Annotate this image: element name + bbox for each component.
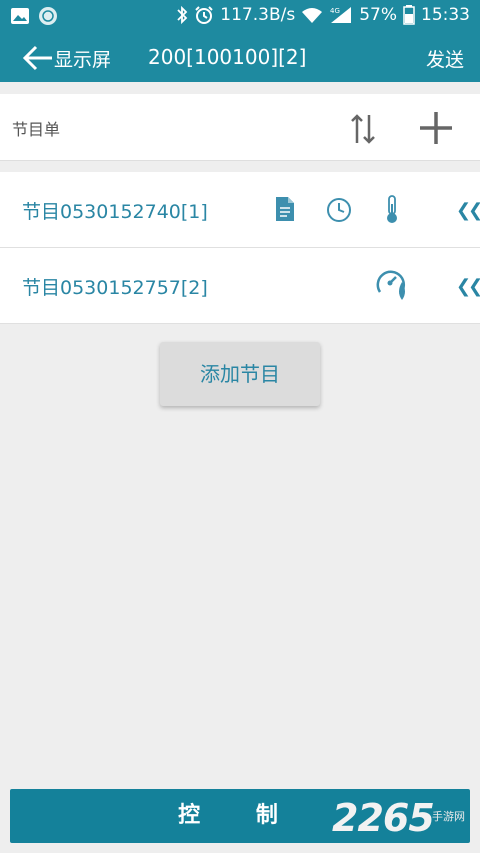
program-row[interactable]: 节目0530152740[1] ❮❮❮ [0, 172, 480, 248]
program-list-title: 节目单 [12, 120, 61, 139]
app-bar: 显示屏 200[100100][2] 发送 [0, 34, 480, 82]
back-arrow-icon[interactable] [22, 44, 56, 72]
network-speed: 117.3B/s [220, 5, 296, 25]
clock-time: 15:33 [421, 5, 470, 25]
back-label[interactable]: 显示屏 [54, 45, 111, 72]
sort-icon[interactable] [350, 113, 376, 145]
add-program-button[interactable]: 添加节目 [160, 342, 320, 406]
send-button[interactable]: 发送 [426, 45, 464, 72]
battery-icon [403, 5, 415, 25]
thermometer-icon [387, 195, 397, 223]
program-label: 节目0530152740[1] [22, 201, 208, 223]
program-list-header: 节目单 [0, 94, 480, 161]
expand-chevron-icon[interactable]: ❮❮❮ [456, 200, 480, 221]
signal-4g-icon: 4G [330, 7, 352, 23]
battery-percent: 57% [359, 5, 397, 25]
image-notify-icon [11, 8, 29, 24]
app-notify-icon [39, 7, 57, 25]
program-label: 节目0530152757[2] [22, 277, 208, 299]
status-bar: 117.3B/s 4G 57% 15:33 [0, 0, 480, 34]
document-icon [276, 197, 294, 221]
wifi-icon [302, 8, 323, 23]
watermark-logo: 2265 [332, 796, 435, 840]
page-title: 200[100100][2] [148, 45, 307, 69]
svg-text:4G: 4G [330, 7, 340, 15]
clock-icon [327, 198, 351, 222]
expand-chevron-icon[interactable]: ❮❮❮ [456, 276, 480, 297]
bluetooth-icon [177, 5, 188, 25]
watermark-subtitle: 手游网 [432, 810, 465, 823]
alarm-icon [195, 6, 213, 24]
gauge-humidity-icon [376, 270, 405, 300]
add-icon[interactable] [418, 110, 454, 146]
program-row[interactable]: 节目0530152757[2] ❮❮❮ [0, 248, 480, 324]
